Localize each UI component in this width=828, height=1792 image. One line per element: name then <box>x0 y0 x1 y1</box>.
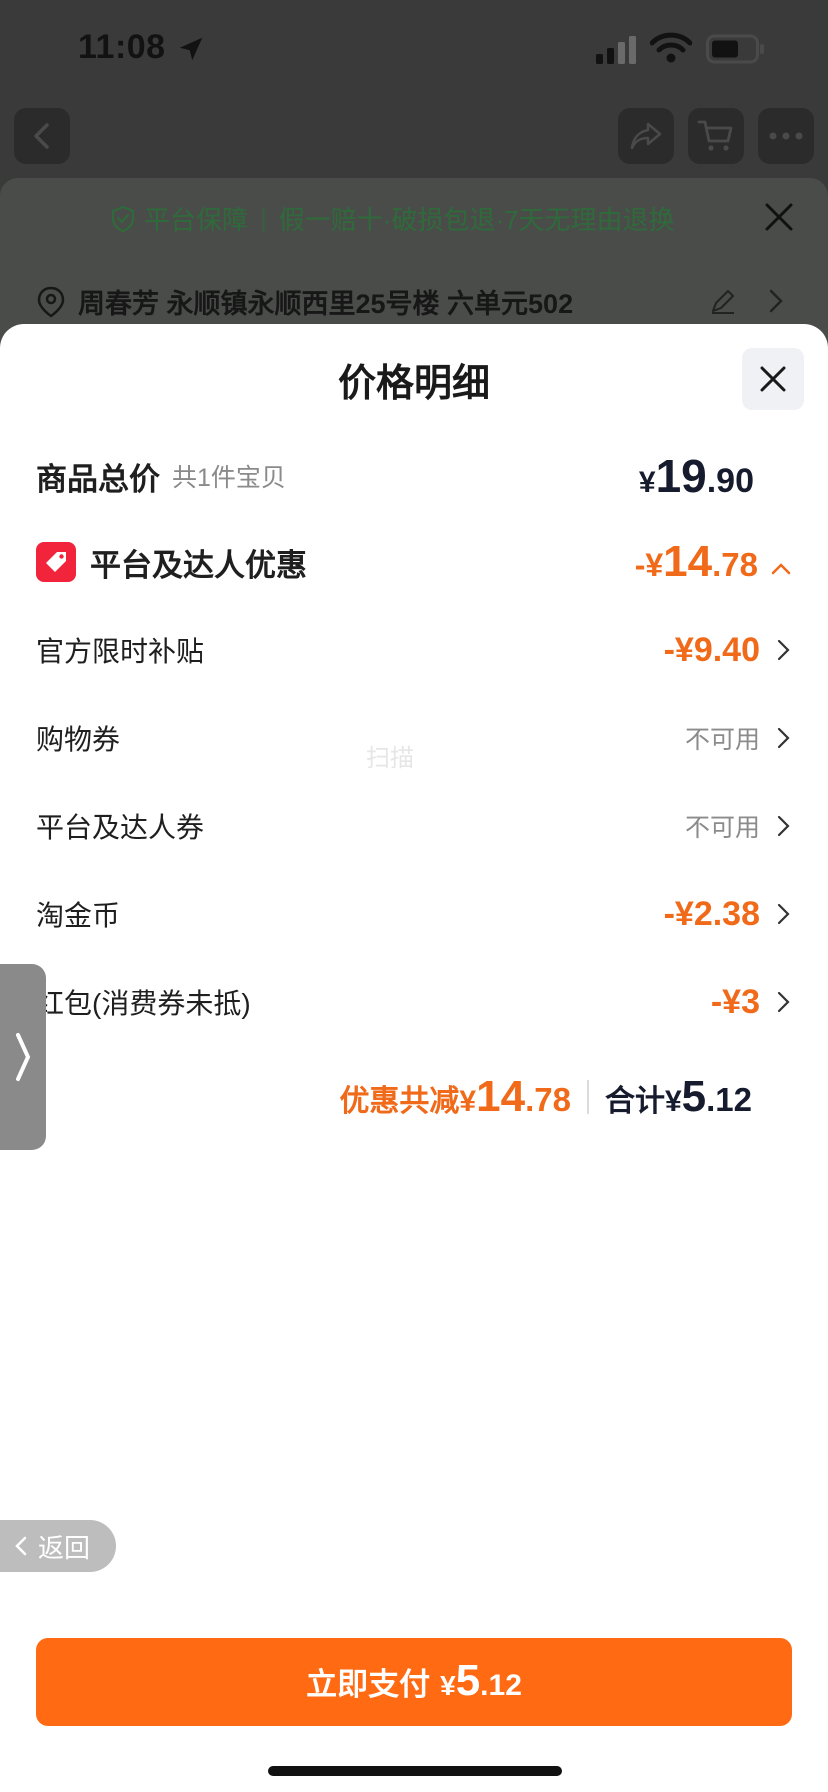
back-button[interactable] <box>14 108 70 164</box>
item-label: 购物券 <box>36 724 121 755</box>
wifi-icon <box>650 32 692 63</box>
list-item-platform-coupon[interactable]: 平台及达人券 不可用 <box>36 796 792 856</box>
item-value: 不可用 <box>684 726 760 754</box>
discount-row[interactable]: 平台及达人优惠 -¥ 14 .78 <box>36 532 792 592</box>
item-value: 不可用 <box>684 814 760 842</box>
status-time: 11:08 <box>78 28 166 66</box>
list-item-red-packet[interactable]: 红包(消费券未抵) -¥3 <box>36 972 792 1032</box>
pay-dec: .12 <box>480 1669 522 1702</box>
discount-tag-icon <box>36 542 76 582</box>
price-summary: 优惠共减¥ 14 .78 合计¥ 5 .12 <box>339 1072 752 1122</box>
status-bar: 11:08 <box>0 0 828 100</box>
guarantee-detail: 假一赔十·破损包退·7天无理由退换 <box>278 205 675 235</box>
platform-guarantee: 平台保障 | 假一赔十·破损包退·7天无理由退换 <box>110 200 675 237</box>
chevron-right-icon <box>777 903 790 925</box>
pay-int: 5 <box>455 1656 481 1705</box>
list-item-taojinbi[interactable]: 淘金币 -¥2.38 <box>36 884 792 944</box>
total-label: 合计¥ <box>604 1085 682 1118</box>
summary-divider <box>586 1080 589 1114</box>
share-button[interactable] <box>618 108 674 164</box>
watermark: 扫描 <box>366 745 414 772</box>
sheet-title: 价格明细 <box>337 363 490 405</box>
close-icon <box>760 366 786 392</box>
item-label: 平台及达人券 <box>36 812 205 843</box>
saved-dec: .78 <box>525 1081 571 1118</box>
goods-total-int: 19 <box>655 450 707 502</box>
sheet-close-button[interactable] <box>742 348 804 410</box>
chevron-up-icon <box>771 563 791 575</box>
chevron-right-icon <box>769 289 783 313</box>
item-label: 红包(消费券未抵) <box>36 988 251 1019</box>
guarantee-divider: | <box>260 203 267 233</box>
total-int: 5 <box>681 1072 707 1121</box>
item-label: 淘金币 <box>36 900 121 931</box>
underlying-order-sheet: 平台保障 | 假一赔十·破损包退·7天无理由退换 周春芳 永顺镇永顺西里25号楼… <box>0 178 828 348</box>
address-row[interactable]: 周春芳 永顺镇永顺西里25号楼 六单元502 <box>36 282 573 321</box>
chevron-right-icon <box>16 1033 31 1081</box>
chevron-right-icon <box>777 815 790 837</box>
share-icon <box>630 122 662 150</box>
chevron-left-icon <box>15 1536 27 1556</box>
pay-now-button[interactable]: 立即支付 ¥ 5 .12 <box>36 1638 792 1726</box>
cart-icon <box>697 120 733 151</box>
item-value: -¥9.40 <box>663 630 760 669</box>
location-arrow-icon <box>179 37 203 61</box>
home-indicator <box>268 1766 562 1776</box>
discount-prefix: -¥ <box>634 547 664 583</box>
battery-icon <box>706 34 764 64</box>
side-drawer-handle[interactable] <box>0 964 46 1150</box>
goods-total-yen: ¥ <box>638 466 656 499</box>
location-pin-icon <box>37 286 65 318</box>
discount-price: -¥ 14 .78 <box>635 537 792 587</box>
goods-total-price: ¥ 19 .90 <box>639 449 754 503</box>
discount-label: 平台及达人优惠 <box>90 547 307 583</box>
chevron-right-icon <box>777 639 790 661</box>
item-value: -¥3 <box>710 982 760 1021</box>
chevron-right-icon <box>777 727 790 749</box>
goods-count: 共1件宝贝 <box>172 464 286 492</box>
price-detail-sheet: 价格明细 商品总价 共1件宝贝 ¥ 19 .90 平台及达人优惠 -¥ 14 .… <box>0 324 828 1792</box>
item-label: 官方限时补贴 <box>36 636 205 667</box>
saved-label: 优惠共减¥ <box>339 1085 477 1118</box>
top-nav <box>0 100 828 180</box>
chevron-left-icon <box>34 123 49 149</box>
saved-int: 14 <box>476 1072 526 1121</box>
pay-label: 立即支付 <box>306 1667 431 1702</box>
address-text: 周春芳 永顺镇永顺西里25号楼 六单元502 <box>78 289 574 319</box>
cellular-signal-icon <box>596 36 636 64</box>
goods-total-dec: .90 <box>706 462 754 500</box>
close-icon[interactable] <box>762 200 796 234</box>
discount-int: 14 <box>663 537 713 586</box>
guarantee-title: 平台保障 <box>144 205 249 235</box>
discount-dec: .78 <box>712 546 758 583</box>
total-dec: .12 <box>706 1081 752 1118</box>
goods-total-row: 商品总价 共1件宝贝 ¥ 19 .90 <box>36 446 792 506</box>
more-dots-icon <box>769 132 803 140</box>
return-button[interactable]: 返回 <box>0 1520 116 1572</box>
pay-yen: ¥ <box>440 1670 456 1701</box>
more-button[interactable] <box>758 108 814 164</box>
edit-icon[interactable] <box>708 286 738 316</box>
cart-button[interactable] <box>688 108 744 164</box>
goods-total-label: 商品总价 <box>36 461 160 497</box>
shield-check-icon <box>111 205 135 232</box>
list-item-shopping-voucher[interactable]: 购物券 不可用 <box>36 708 792 768</box>
chevron-right-icon <box>777 991 790 1013</box>
item-value: -¥2.38 <box>663 894 760 933</box>
list-item-official-subsidy[interactable]: 官方限时补贴 -¥9.40 <box>36 620 792 680</box>
return-label: 返回 <box>38 1532 91 1563</box>
